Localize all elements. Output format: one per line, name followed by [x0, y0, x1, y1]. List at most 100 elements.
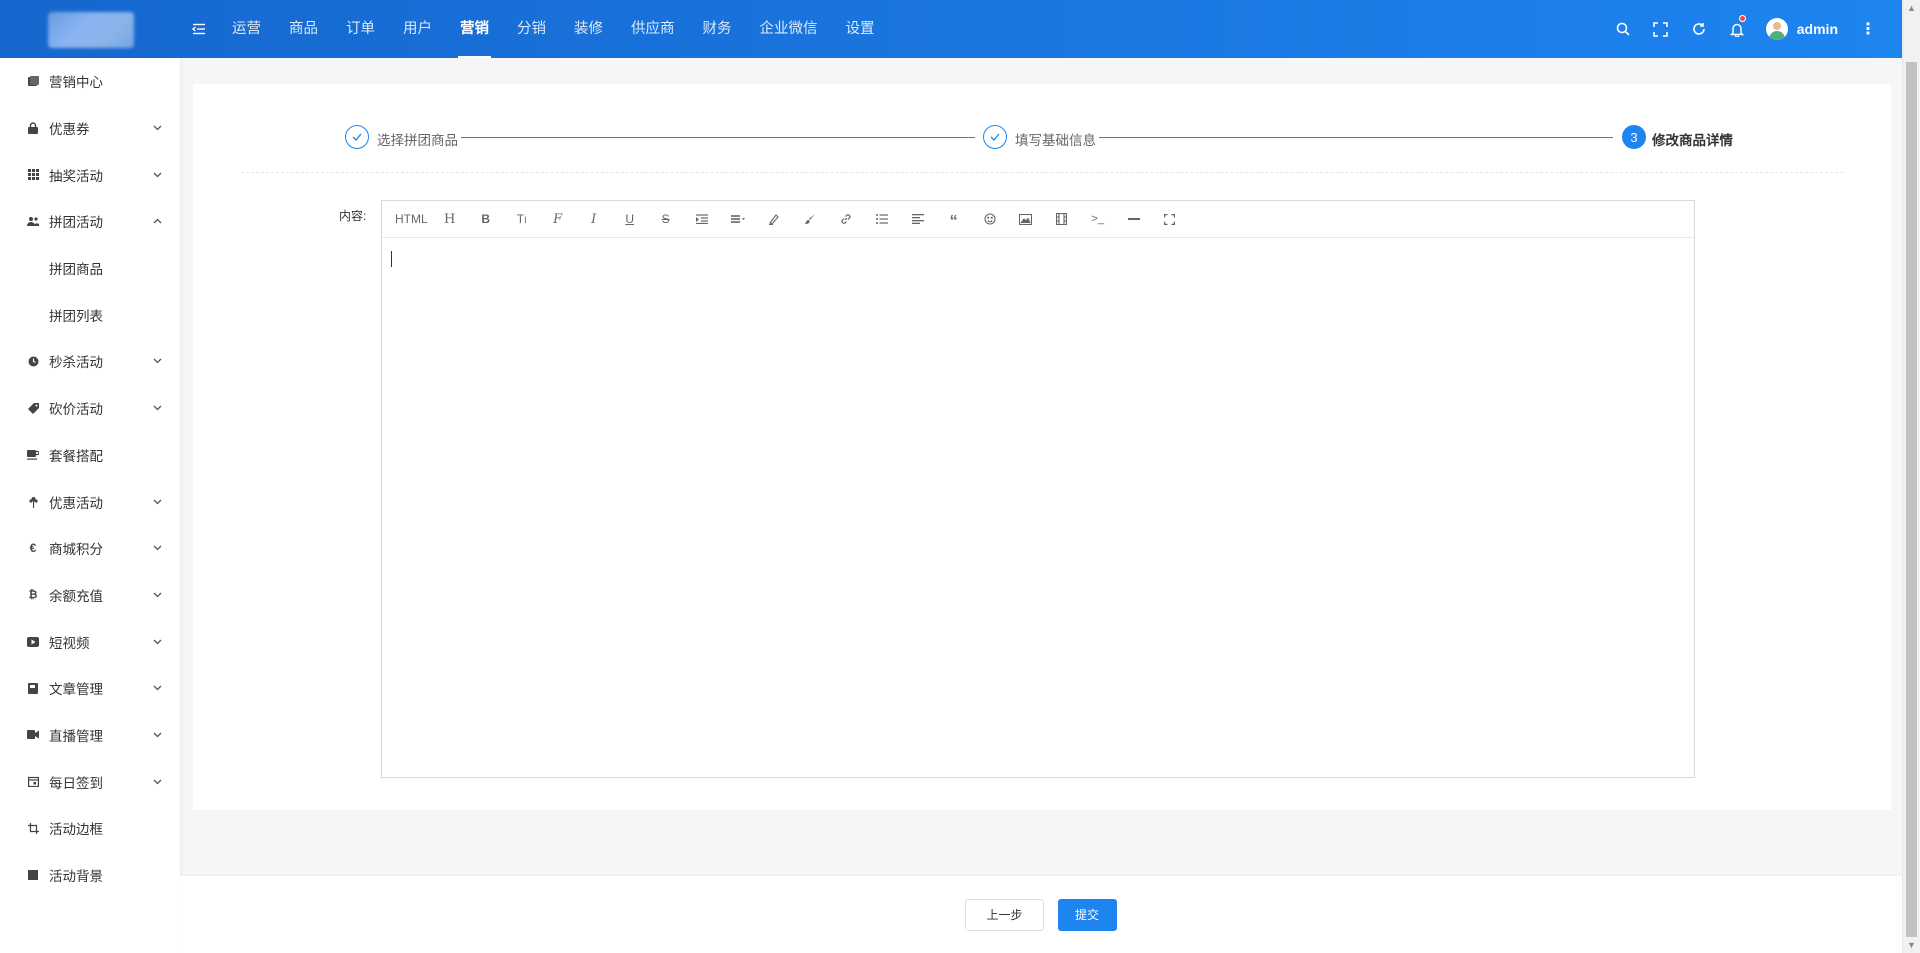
sidebar-item[interactable]: € 商城积分 [0, 525, 180, 572]
sidebar-subitem[interactable]: 拼团商品 [0, 245, 180, 292]
sidebar-item-label: 短视频 [49, 635, 90, 651]
top-nav-item[interactable]: 装修 [560, 0, 617, 58]
avatar [1765, 18, 1788, 40]
sidebar-item-label: 活动边框 [49, 822, 103, 838]
chevron-down-icon [152, 730, 162, 740]
top-nav: 运营 商品 订单 用户 营销 分销 装修 供应商 财务 企业微信 设置 [218, 0, 889, 58]
tag-icon [27, 402, 39, 414]
rich-text-editor: HTML H B TI F I U S “ >_ [381, 200, 1695, 778]
indent-icon[interactable] [684, 201, 720, 238]
top-nav-item[interactable]: 订单 [332, 0, 389, 58]
emoji-icon[interactable] [972, 201, 1008, 238]
top-nav-item[interactable]: 供应商 [617, 0, 689, 58]
html-source-button[interactable]: HTML [391, 201, 432, 238]
username: admin [1796, 21, 1838, 37]
top-nav-item[interactable]: 商品 [275, 0, 332, 58]
sidebar-item[interactable]: 短视频 [0, 618, 180, 665]
prev-step-button[interactable]: 上一步 [965, 898, 1044, 931]
top-nav-item[interactable]: 分销 [503, 0, 560, 58]
italic-icon[interactable]: I [576, 201, 612, 238]
chevron-down-icon [152, 403, 162, 413]
quote-icon[interactable]: “ [936, 201, 972, 238]
sidebar-item-label: 套餐搭配 [49, 448, 103, 464]
flower-icon [27, 496, 39, 508]
user-menu[interactable]: admin [1765, 18, 1838, 40]
bell-icon[interactable] [1718, 0, 1756, 58]
sidebar-item[interactable]: 拼团活动 [0, 198, 180, 245]
sidebar-item[interactable]: 优惠活动 [0, 478, 180, 525]
bitcoin-icon: ₿ [28, 588, 38, 601]
sidebar-item[interactable]: 优惠券 [0, 105, 180, 152]
chevron-down-icon [152, 356, 162, 366]
search-icon[interactable] [1604, 0, 1642, 58]
step-3-number: 3 [1622, 125, 1646, 149]
top-nav-item[interactable]: 运营 [218, 0, 275, 58]
sidebar-item[interactable]: 营销中心 [0, 58, 180, 105]
step-3-title: 修改商品详情 [1652, 133, 1733, 148]
top-nav-item[interactable]: 用户 [389, 0, 446, 58]
sidebar-item[interactable]: ₿ 余额充值 [0, 572, 180, 619]
image-icon[interactable] [1008, 201, 1044, 238]
fullscreen-icon[interactable] [1642, 0, 1680, 58]
sidebar-item[interactable]: 套餐搭配 [0, 432, 180, 479]
logo-image [48, 12, 134, 48]
sidebar-item[interactable]: 活动边框 [0, 805, 180, 852]
refresh-icon[interactable] [1680, 0, 1718, 58]
step-1-title: 选择拼团商品 [377, 133, 458, 148]
book-icon [27, 682, 39, 694]
footer-actions: 上一步 提交 [180, 876, 1902, 953]
top-nav-item[interactable]: 营销 [446, 0, 503, 58]
editor-toolbar: HTML H B TI F I U S “ >_ [382, 201, 1694, 238]
align-icon[interactable] [900, 201, 936, 238]
fullscreen-icon[interactable] [1152, 201, 1188, 238]
font-family-icon[interactable]: F [540, 201, 576, 238]
divider-icon[interactable] [1116, 201, 1152, 238]
page-scrollbar[interactable]: ▲ ▼ [1902, 0, 1920, 953]
sidebar-item-label: 活动背景 [49, 869, 103, 885]
step-1-connector [461, 137, 975, 138]
link-icon[interactable] [828, 201, 864, 238]
collapse-menu-icon[interactable] [192, 22, 208, 36]
main-card: 选择拼团商品 填写基础信息 3 修改商品详情 内容: HTML H B TI F… [193, 84, 1891, 810]
sidebar-item-label: 营销中心 [49, 75, 103, 91]
top-nav-item[interactable]: 财务 [689, 0, 746, 58]
step-2-title: 填写基础信息 [1015, 133, 1096, 148]
chevron-down-icon [152, 637, 162, 647]
editor-content-area[interactable] [382, 238, 1694, 778]
notification-dot [1738, 15, 1746, 22]
more-vertical-icon[interactable]: ⋮ [1860, 19, 1876, 39]
square-icon [27, 869, 39, 881]
video-icon[interactable] [1044, 201, 1080, 238]
scroll-thumb[interactable] [1906, 62, 1917, 937]
chevron-down-icon [152, 590, 162, 600]
heading-icon[interactable]: H [432, 201, 468, 238]
sidebar-subitem[interactable]: 拼团列表 [0, 291, 180, 338]
font-size-icon[interactable]: TI [504, 201, 540, 238]
submit-button[interactable]: 提交 [1057, 898, 1117, 931]
underline-icon[interactable]: U [612, 201, 648, 238]
chevron-down-icon [152, 123, 162, 133]
bold-icon[interactable]: B [468, 201, 504, 238]
sidebar-item[interactable]: 砍价活动 [0, 385, 180, 432]
strikethrough-icon[interactable]: S [648, 201, 684, 238]
font-color-icon[interactable] [756, 201, 792, 238]
bulleted-list-icon[interactable] [864, 201, 900, 238]
sidebar-item[interactable]: 抽奖活动 [0, 151, 180, 198]
sidebar-item[interactable]: 直播管理 [0, 712, 180, 759]
code-icon[interactable]: >_ [1080, 201, 1116, 238]
scroll-up-arrow-icon[interactable]: ▲ [1903, 0, 1920, 16]
scroll-down-arrow-icon[interactable]: ▼ [1903, 937, 1920, 953]
sidebar-item[interactable]: 每日签到 [0, 758, 180, 805]
header-actions: admin ⋮ [1604, 0, 1902, 58]
top-nav-item[interactable]: 设置 [832, 0, 889, 58]
video-icon [27, 636, 39, 648]
sidebar-item[interactable]: 秒杀活动 [0, 338, 180, 385]
line-height-icon[interactable] [720, 201, 756, 238]
logo[interactable] [0, 0, 180, 58]
sidebar-item-label: 每日签到 [49, 775, 103, 791]
chevron-down-icon [152, 543, 162, 553]
sidebar-item[interactable]: 文章管理 [0, 665, 180, 712]
sidebar-item[interactable]: 活动背景 [0, 852, 180, 899]
top-nav-item[interactable]: 企业微信 [746, 0, 832, 58]
background-color-icon[interactable] [792, 201, 828, 238]
